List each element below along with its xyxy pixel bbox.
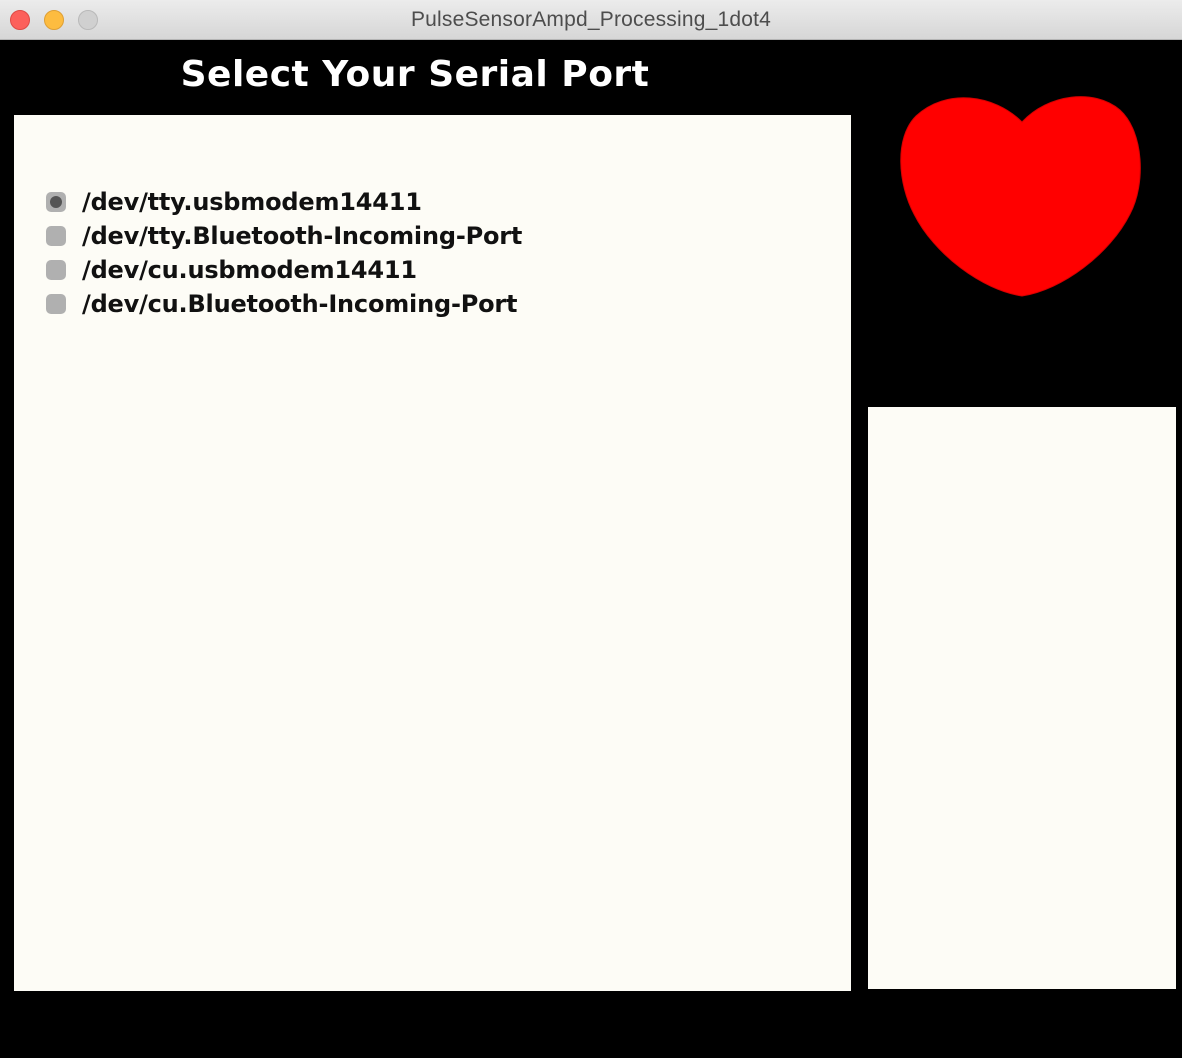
radio-selected-dot	[50, 196, 62, 208]
window-title: PulseSensorAmpd_Processing_1dot4	[410, 8, 772, 31]
port-label[interactable]: /dev/cu.usbmodem14411	[82, 256, 417, 284]
port-radio-button[interactable]	[46, 192, 66, 212]
port-option[interactable]: /dev/tty.usbmodem14411	[46, 185, 522, 219]
port-list: /dev/tty.usbmodem14411/dev/tty.Bluetooth…	[46, 185, 522, 321]
port-selection-panel: /dev/tty.usbmodem14411/dev/tty.Bluetooth…	[14, 115, 851, 991]
port-option[interactable]: /dev/cu.usbmodem14411	[46, 253, 522, 287]
port-radio-button[interactable]	[46, 260, 66, 280]
port-radio-button[interactable]	[46, 226, 66, 246]
pulse-graph-panel	[868, 407, 1176, 989]
app-window: PulseSensorAmpd_Processing_1dot4 Select …	[0, 0, 1182, 1058]
port-label[interactable]: /dev/tty.Bluetooth-Incoming-Port	[82, 222, 522, 250]
sketch-canvas: Select Your Serial Port /dev/tty.usbmode…	[0, 40, 1182, 1058]
port-option[interactable]: /dev/tty.Bluetooth-Incoming-Port	[46, 219, 522, 253]
port-radio-button[interactable]	[46, 294, 66, 314]
heart-icon	[900, 96, 1141, 297]
port-label[interactable]: /dev/cu.Bluetooth-Incoming-Port	[82, 290, 517, 318]
title-bar[interactable]: PulseSensorAmpd_Processing_1dot4	[0, 0, 1182, 40]
heart-shape	[900, 96, 1141, 297]
port-option[interactable]: /dev/cu.Bluetooth-Incoming-Port	[46, 287, 522, 321]
port-label[interactable]: /dev/tty.usbmodem14411	[82, 188, 422, 216]
page-title: Select Your Serial Port	[180, 54, 650, 95]
